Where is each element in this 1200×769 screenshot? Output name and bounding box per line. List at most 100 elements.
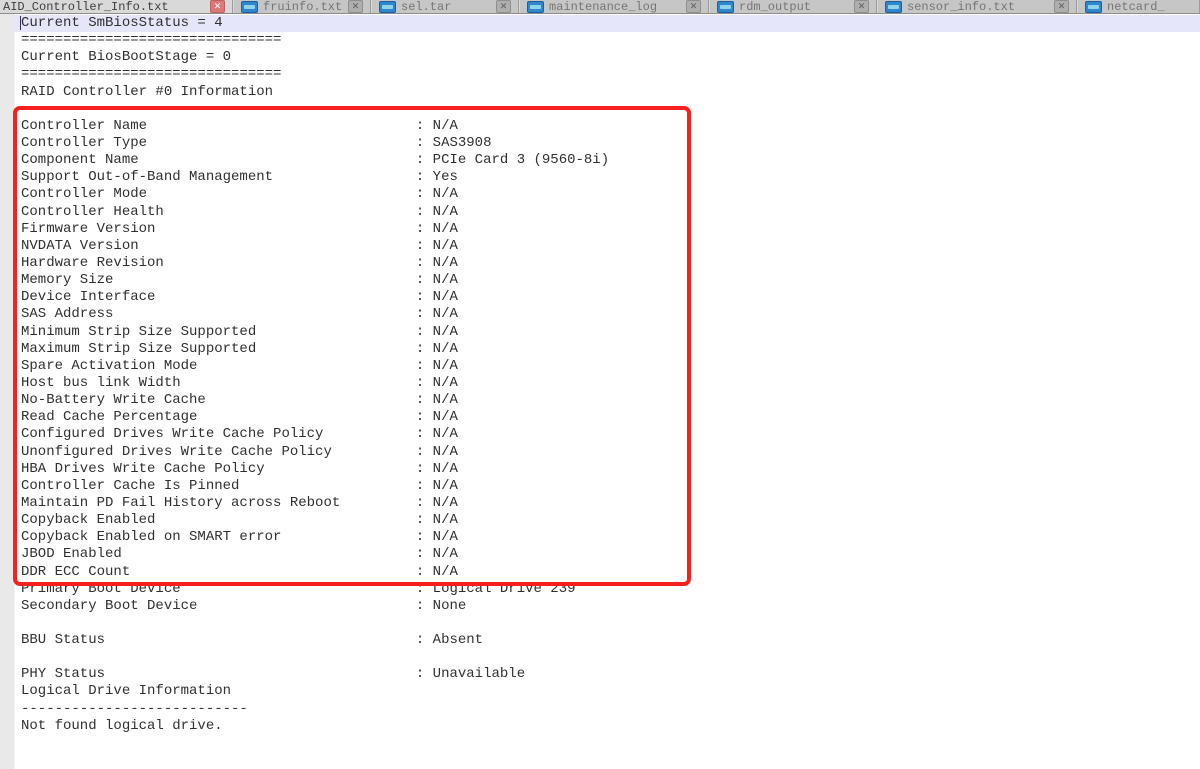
editor-line[interactable]: Read Cache Percentage : N/A (14, 409, 1200, 426)
kv-value: : N/A (416, 358, 458, 374)
kv-label: JBOD Enabled (21, 546, 416, 562)
editor-line[interactable]: Controller Mode : N/A (14, 186, 1200, 203)
editor-line[interactable]: Host bus link Width : N/A (14, 375, 1200, 392)
close-icon[interactable]: ✕ (1054, 0, 1069, 13)
kv-label: Read Cache Percentage (21, 409, 416, 425)
kv-value: : N/A (416, 478, 458, 494)
kv-value: : PCIe Card 3 (9560-8i) (416, 152, 609, 168)
editor-line[interactable]: JBOD Enabled : N/A (14, 546, 1200, 563)
kv-label: Copyback Enabled on SMART error (21, 529, 416, 545)
tab-label: sensor_info.txt (907, 0, 1049, 13)
editor-line[interactable]: Controller Type : SAS3908 (14, 135, 1200, 152)
editor-line[interactable]: Controller Cache Is Pinned : N/A (14, 478, 1200, 495)
editor-line[interactable]: Maximum Strip Size Supported : N/A (14, 341, 1200, 358)
editor-line[interactable] (14, 649, 1200, 666)
editor-line[interactable]: SAS Address : N/A (14, 306, 1200, 323)
kv-value: : Absent (416, 632, 483, 648)
editor-line[interactable]: Current BiosBootStage = 0 (14, 49, 1200, 66)
editor-line[interactable]: Configured Drives Write Cache Policy : N… (14, 426, 1200, 443)
editor-line[interactable]: Minimum Strip Size Supported : N/A (14, 324, 1200, 341)
editor-line[interactable]: Unonfigured Drives Write Cache Policy : … (14, 444, 1200, 461)
kv-label: NVDATA Version (21, 238, 416, 254)
file-icon (379, 1, 396, 13)
kv-value: : N/A (416, 444, 458, 460)
file-icon (1085, 1, 1102, 13)
editor-line[interactable]: Primary Boot Device : Logical Drive 239 (14, 581, 1200, 598)
kv-label: Component Name (21, 152, 416, 168)
kv-label: SAS Address (21, 306, 416, 322)
tab-fruinfo-txt[interactable]: fruinfo.txt✕ (233, 0, 371, 13)
kv-value: : N/A (416, 238, 458, 254)
editor-line[interactable]: Component Name : PCIe Card 3 (9560-8i) (14, 152, 1200, 169)
kv-label: Maintain PD Fail History across Reboot (21, 495, 416, 511)
editor-line[interactable]: Controller Health : N/A (14, 204, 1200, 221)
editor-line[interactable]: =============================== (14, 32, 1200, 49)
close-icon[interactable]: ✕ (854, 0, 869, 13)
editor-line[interactable]: Maintain PD Fail History across Reboot :… (14, 495, 1200, 512)
editor-line[interactable] (14, 615, 1200, 632)
kv-value: : N/A (416, 272, 458, 288)
kv-label: Controller Type (21, 135, 416, 151)
editor-line[interactable]: BBU Status : Absent (14, 632, 1200, 649)
file-icon (717, 1, 734, 13)
editor-area[interactable]: Current SmBiosStatus = 4================… (0, 14, 1200, 769)
editor-line[interactable]: Hardware Revision : N/A (14, 255, 1200, 272)
editor-line[interactable]: Copyback Enabled : N/A (14, 512, 1200, 529)
editor-line[interactable]: RAID Controller #0 Information (14, 84, 1200, 101)
editor-line[interactable]: Logical Drive Information (14, 683, 1200, 700)
kv-label: Minimum Strip Size Supported (21, 324, 416, 340)
editor-text[interactable]: Current SmBiosStatus = 4================… (14, 15, 1200, 735)
file-icon (527, 1, 544, 13)
editor-line[interactable]: Firmware Version : N/A (14, 221, 1200, 238)
editor-line[interactable]: DDR ECC Count : N/A (14, 564, 1200, 581)
close-icon[interactable]: ✕ (686, 0, 701, 13)
kv-value: : None (416, 598, 466, 614)
tab-label: netcard_ (1107, 0, 1192, 13)
editor-line[interactable]: Current SmBiosStatus = 4 (14, 15, 1200, 32)
tab-maintenance-log[interactable]: maintenance_log ✕ (519, 0, 709, 13)
editor-line[interactable]: HBA Drives Write Cache Policy : N/A (14, 461, 1200, 478)
editor-line[interactable]: Secondary Boot Device : None (14, 598, 1200, 615)
editor-line[interactable]: Not found logical drive. (14, 718, 1200, 735)
editor-line[interactable]: NVDATA Version : N/A (14, 238, 1200, 255)
editor-line[interactable]: Controller Name : N/A (14, 118, 1200, 135)
editor-line[interactable]: Copyback Enabled on SMART error : N/A (14, 529, 1200, 546)
close-icon[interactable]: ✕ (348, 0, 363, 13)
editor-line[interactable]: No-Battery Write Cache : N/A (14, 392, 1200, 409)
tab-sensor-info-txt[interactable]: sensor_info.txt ✕ (877, 0, 1077, 13)
editor-line[interactable] (14, 101, 1200, 118)
kv-label: Configured Drives Write Cache Policy (21, 426, 416, 442)
tab-netcard[interactable]: netcard_ (1077, 0, 1200, 13)
kv-label: Hardware Revision (21, 255, 416, 271)
kv-label: Spare Activation Mode (21, 358, 416, 374)
kv-label: Maximum Strip Size Supported (21, 341, 416, 357)
kv-value: : Yes (416, 169, 458, 185)
editor-line[interactable]: Spare Activation Mode : N/A (14, 358, 1200, 375)
editor-line[interactable]: Memory Size : N/A (14, 272, 1200, 289)
kv-value: : N/A (416, 495, 458, 511)
editor-line[interactable]: PHY Status : Unavailable (14, 666, 1200, 683)
tab-label: maintenance_log (549, 0, 681, 13)
kv-value: : N/A (416, 392, 458, 408)
kv-label: Secondary Boot Device (21, 598, 416, 614)
tab-sel-tar[interactable]: sel.tar✕ (371, 0, 519, 13)
kv-value: : N/A (416, 529, 458, 545)
kv-label: Controller Mode (21, 186, 416, 202)
editor-line[interactable]: Support Out-of-Band Management : Yes (14, 169, 1200, 186)
editor-line[interactable]: --------------------------- (14, 701, 1200, 718)
tab-rdm-output[interactable]: rdm_output✕ (709, 0, 877, 13)
close-icon[interactable]: ✕ (210, 0, 225, 13)
kv-label: Device Interface (21, 289, 416, 305)
kv-value: : SAS3908 (416, 135, 492, 151)
kv-label: Primary Boot Device (21, 581, 416, 597)
tab-aid-controller-info-txt[interactable]: AID_Controller_Info.txt✕ (0, 0, 233, 13)
kv-label: BBU Status (21, 632, 416, 648)
kv-value: : N/A (416, 324, 458, 340)
kv-value: : N/A (416, 289, 458, 305)
kv-label: Firmware Version (21, 221, 416, 237)
kv-label: PHY Status (21, 666, 416, 682)
close-icon[interactable]: ✕ (496, 0, 511, 13)
editor-line[interactable]: Device Interface : N/A (14, 289, 1200, 306)
editor-line[interactable]: =============================== (14, 66, 1200, 83)
kv-label: No-Battery Write Cache (21, 392, 416, 408)
